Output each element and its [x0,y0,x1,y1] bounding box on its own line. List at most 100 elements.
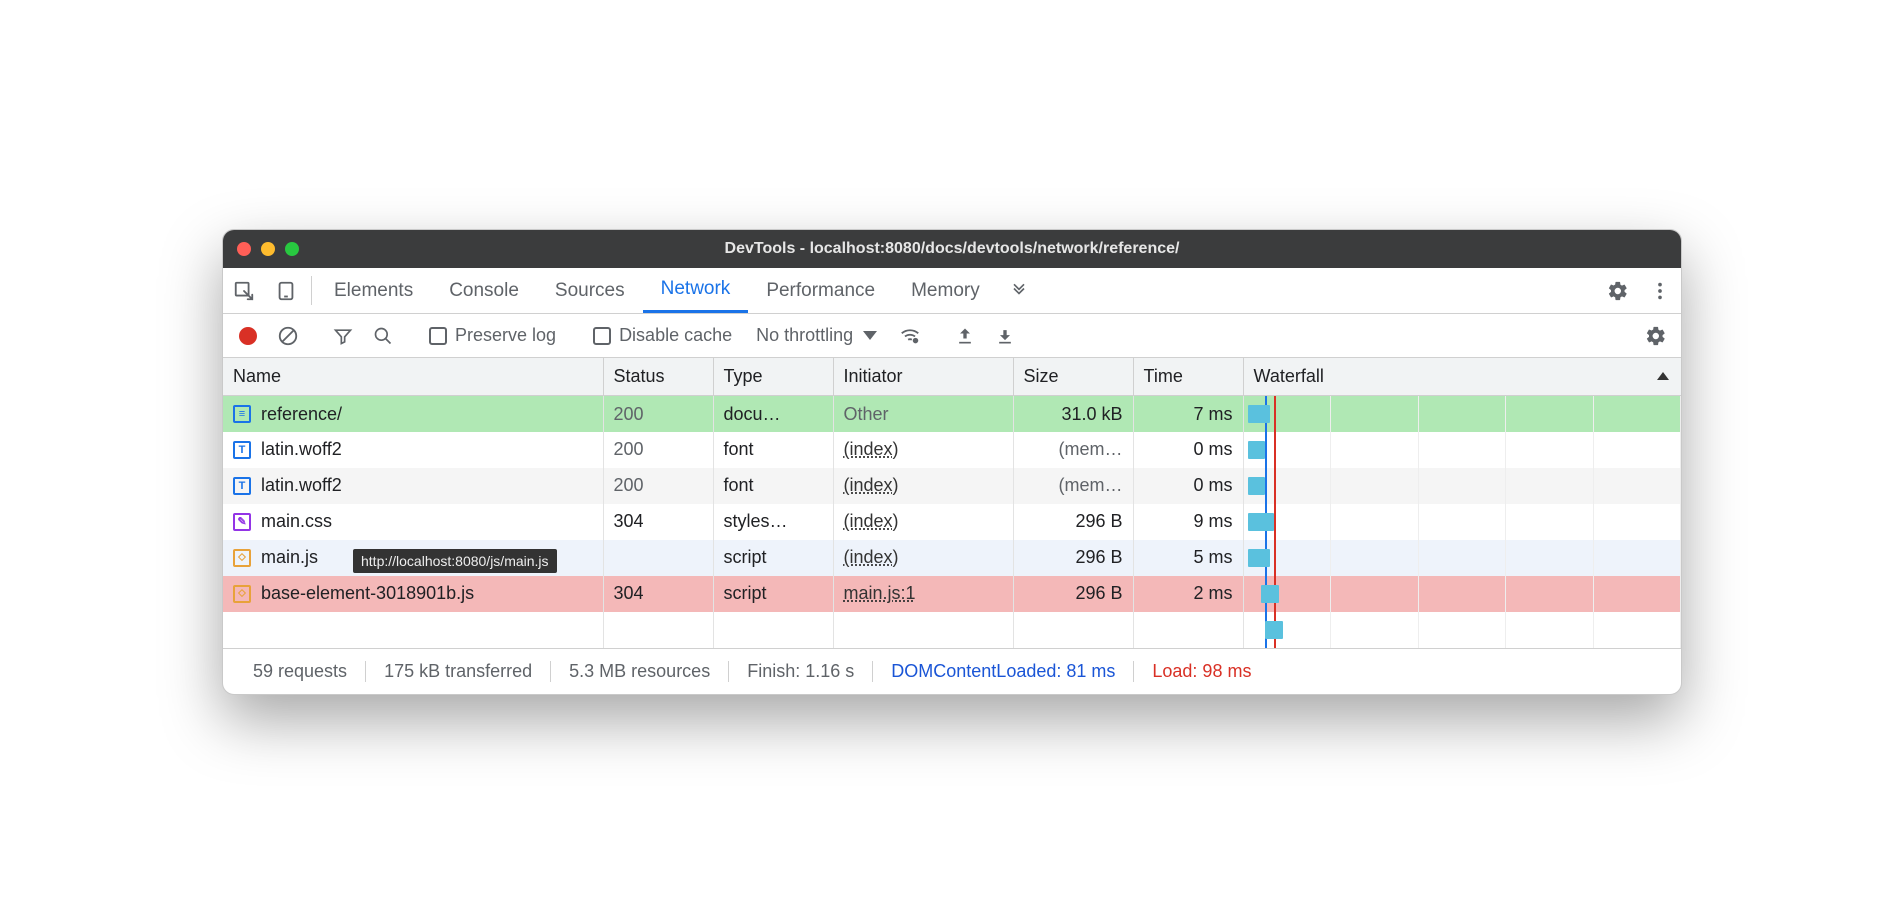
separator [311,276,312,305]
table-row-empty [223,612,1681,648]
name-cell[interactable]: ✎ main.css [223,504,603,540]
kebab-menu-icon[interactable] [1639,280,1681,302]
name-cell[interactable]: ≡ reference/ [223,396,603,432]
settings-icon[interactable] [1597,280,1639,302]
initiator-cell: main.js:1 [833,576,1013,612]
col-waterfall[interactable]: Waterfall [1243,358,1681,396]
status-domcontentloaded: DOMContentLoaded: 81 ms [873,661,1134,682]
css-file-icon: ✎ [233,513,251,531]
initiator-cell: (index) [833,468,1013,504]
size-cell: (mem… [1013,468,1133,504]
status-cell: 200 [603,432,713,468]
status-finish: Finish: 1.16 s [729,661,873,682]
file-name: latin.woff2 [261,475,342,496]
col-status[interactable]: Status [603,358,713,396]
name-cell[interactable]: ⬦ base-element-3018901b.js [223,576,603,612]
tab-network[interactable]: Network [643,268,749,313]
col-name[interactable]: Name [223,358,603,396]
waterfall-cell [1243,432,1681,468]
tab-console[interactable]: Console [431,268,537,313]
tab-sources[interactable]: Sources [537,268,643,313]
table-row[interactable]: T latin.woff2 200 font (index) (mem… 0 m… [223,468,1681,504]
size-cell: (mem… [1013,432,1133,468]
type-cell: script [713,540,833,576]
download-har-icon[interactable] [988,326,1022,346]
initiator-cell: (index) [833,504,1013,540]
table-row[interactable]: ✎ main.css 304 styles… (index) 296 B 9 m… [223,504,1681,540]
type-cell: font [713,432,833,468]
table-row[interactable]: ⬦ main.js http://localhost:8080/js/main.… [223,540,1681,576]
doc-file-icon: ≡ [233,405,251,423]
preserve-log-label: Preserve log [455,325,556,346]
preserve-log-checkbox[interactable]: Preserve log [421,325,564,346]
size-cell: 31.0 kB [1013,396,1133,432]
waterfall-cell [1243,468,1681,504]
initiator-link[interactable]: (index) [844,475,899,495]
time-cell: 2 ms [1133,576,1243,612]
file-name: main.js [261,547,318,568]
tab-elements[interactable]: Elements [316,268,431,313]
throttling-value: No throttling [756,325,853,346]
waterfall-cell [1243,612,1681,648]
initiator-link[interactable]: main.js:1 [844,583,916,603]
record-button[interactable] [231,327,265,345]
type-cell: docu… [713,396,833,432]
col-time[interactable]: Time [1133,358,1243,396]
tab-performance[interactable]: Performance [748,268,893,313]
table-row[interactable]: ⬦ base-element-3018901b.js 304 script ma… [223,576,1681,612]
disable-cache-checkbox[interactable]: Disable cache [585,325,740,346]
sort-ascending-icon [1657,372,1669,380]
type-cell: script [713,576,833,612]
filter-icon[interactable] [326,326,360,346]
col-type[interactable]: Type [713,358,833,396]
status-cell: 304 [603,576,713,612]
col-size[interactable]: Size [1013,358,1133,396]
file-name: reference/ [261,404,342,425]
dropdown-icon [863,331,877,340]
network-settings-icon[interactable] [1639,325,1673,347]
time-cell: 0 ms [1133,468,1243,504]
more-tabs-icon[interactable] [998,268,1040,313]
status-resources: 5.3 MB resources [551,661,729,682]
waterfall-cell [1243,396,1681,432]
search-icon[interactable] [366,326,400,346]
status-cell: 304 [603,504,713,540]
type-cell: styles… [713,504,833,540]
name-cell[interactable]: T latin.woff2 [223,468,603,504]
table-row[interactable]: T latin.woff2 200 font (index) (mem… 0 m… [223,432,1681,468]
inspect-element-icon[interactable] [223,268,265,313]
status-requests: 59 requests [235,661,366,682]
col-initiator[interactable]: Initiator [833,358,1013,396]
titlebar: DevTools - localhost:8080/docs/devtools/… [223,230,1681,268]
initiator-link[interactable]: (index) [844,547,899,567]
time-cell: 0 ms [1133,432,1243,468]
status-transferred: 175 kB transferred [366,661,551,682]
js-file-icon: ⬦ [233,585,251,603]
name-cell[interactable]: T latin.woff2 [223,432,603,468]
clear-icon[interactable] [271,325,305,347]
network-conditions-icon[interactable] [893,325,927,347]
size-cell: 296 B [1013,540,1133,576]
device-toggle-icon[interactable] [265,268,307,313]
size-cell: 296 B [1013,576,1133,612]
initiator-link[interactable]: (index) [844,511,899,531]
upload-har-icon[interactable] [948,326,982,346]
status-cell: 200 [603,468,713,504]
disable-cache-label: Disable cache [619,325,732,346]
throttling-select[interactable]: No throttling [746,325,887,346]
initiator-link[interactable]: (index) [844,439,899,459]
status-cell: 200 [603,396,713,432]
file-name: base-element-3018901b.js [261,583,474,604]
initiator-cell: (index) [833,432,1013,468]
tab-memory[interactable]: Memory [893,268,998,313]
status-load: Load: 98 ms [1134,661,1269,682]
file-name: latin.woff2 [261,439,342,460]
table-row[interactable]: ≡ reference/ 200 docu… Other 31.0 kB 7 m… [223,396,1681,432]
name-cell[interactable]: ⬦ main.js http://localhost:8080/js/main.… [223,540,603,576]
initiator-cell: Other [833,396,1013,432]
type-cell: font [713,468,833,504]
table-header-row: Name Status Type Initiator Size Time Wat… [223,358,1681,396]
font-file-icon: T [233,477,251,495]
size-cell: 296 B [1013,504,1133,540]
panel-tabs: ElementsConsoleSourcesNetworkPerformance… [223,268,1681,314]
